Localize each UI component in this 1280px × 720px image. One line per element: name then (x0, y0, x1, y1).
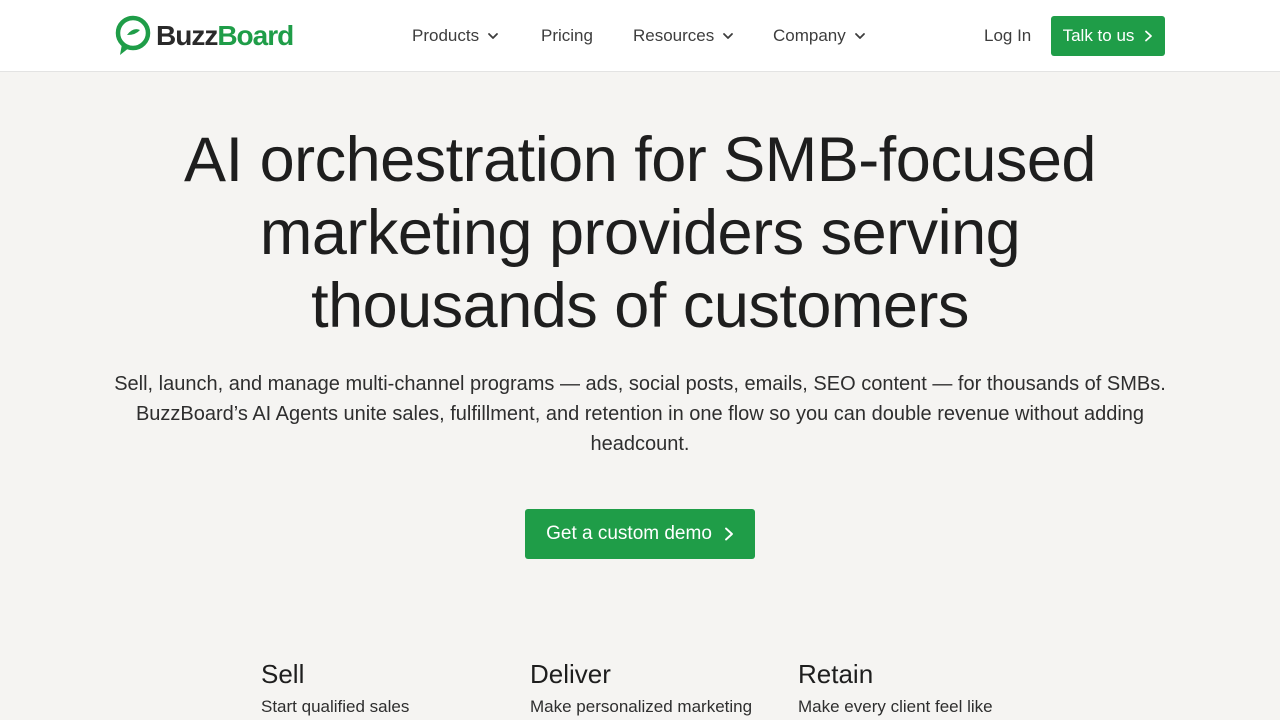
talk-to-us-label: Talk to us (1062, 26, 1135, 45)
brand-wordmark: BuzzBoard (156, 20, 294, 51)
hero-title: AI orchestration for SMB-focused marketi… (100, 124, 1180, 343)
brand-name-buzz: Buzz (156, 20, 218, 51)
nav-item-label: Pricing (541, 26, 593, 45)
talk-to-us-button[interactable]: Talk to us (1051, 16, 1165, 56)
feature-title: Deliver (530, 659, 611, 689)
chevron-down-icon (488, 33, 498, 39)
nav-item-label: Products (412, 26, 480, 45)
hero-title-line: marketing providers serving (259, 198, 1021, 268)
feature-text: Make personalized marketing (530, 697, 753, 716)
feature-title: Retain (798, 659, 874, 689)
speech-bubble-logo-icon (115, 15, 151, 55)
hero-subtitle: Sell, launch, and manage multi-channel p… (114, 373, 1166, 455)
feature-text: Start qualified sales (261, 697, 410, 716)
chevron-down-icon (854, 33, 865, 39)
feature-retain: Retain Make every client feel like (798, 658, 1048, 718)
nav-item-label: Resources (633, 26, 715, 45)
nav-item-resources[interactable]: Resources (633, 24, 734, 48)
nav-item-label: Company (773, 26, 846, 45)
nav-item-products[interactable]: Products (412, 24, 499, 48)
feature-deliver: Deliver Make personalized marketing (530, 658, 780, 718)
feature-sell: Sell Start qualified sales (261, 658, 511, 718)
hero-title-line: thousands of customers (311, 271, 969, 341)
get-custom-demo-button[interactable]: Get a custom demo (525, 509, 755, 559)
chevron-down-icon (723, 33, 734, 39)
chevron-right-icon (1145, 30, 1153, 42)
login-link[interactable]: Log In (984, 24, 1031, 48)
get-custom-demo-label: Get a custom demo (546, 523, 712, 544)
brand-logo[interactable]: BuzzBoard (114, 15, 294, 57)
hero-title-line: AI orchestration for SMB-focused (184, 125, 1096, 195)
feature-text: Make every client feel like (798, 697, 993, 716)
brand-name-board: Board (217, 20, 294, 51)
nav-item-pricing[interactable]: Pricing (541, 24, 593, 48)
nav-item-company[interactable]: Company (773, 24, 866, 48)
site-header: BuzzBoard Products Pricing Resources Com… (0, 0, 1280, 72)
chevron-right-icon (724, 527, 733, 541)
feature-title: Sell (261, 659, 305, 689)
